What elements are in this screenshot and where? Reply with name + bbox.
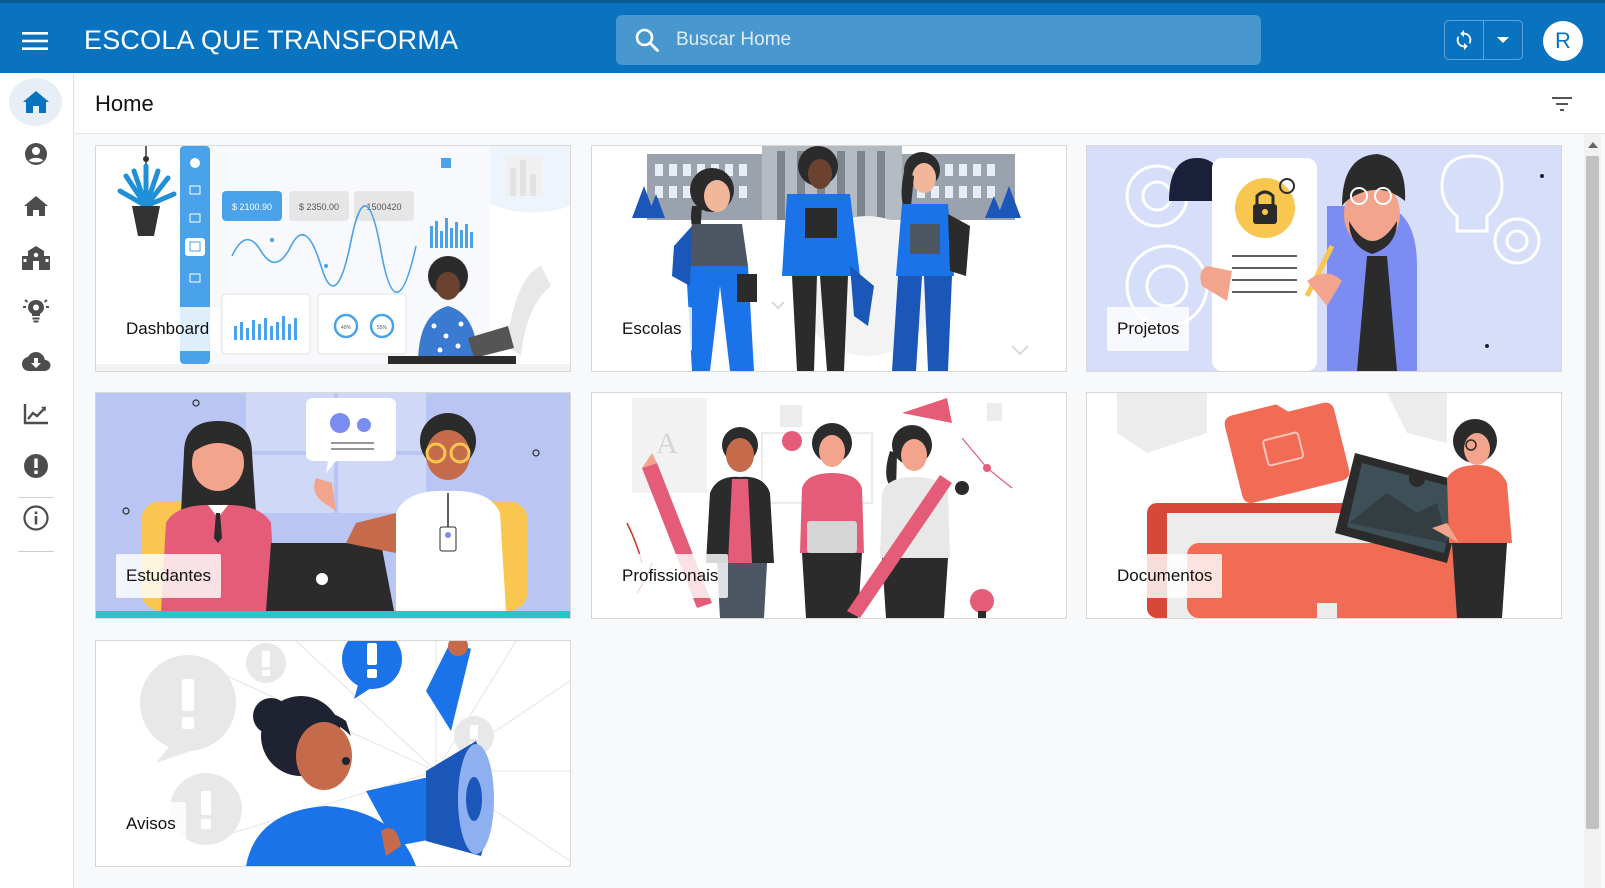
card-label: Projetos: [1107, 307, 1190, 351]
dash-value-2: $ 2350.00: [299, 202, 339, 212]
building-group-icon: [21, 246, 50, 270]
sidebar-item-projetos[interactable]: [9, 286, 62, 334]
card-projetos[interactable]: Projetos: [1086, 145, 1562, 372]
hamburger-menu-button[interactable]: [17, 23, 53, 59]
house-icon: [23, 196, 48, 216]
sidebar-item-instituicoes[interactable]: [9, 234, 62, 282]
card-label: Documentos: [1107, 554, 1223, 598]
card-label: Estudantes: [116, 554, 222, 598]
donut-label-2: 55%: [377, 325, 388, 331]
card-estudantes[interactable]: Estudantes: [95, 392, 571, 619]
dash-value-1: $ 2100.90: [232, 202, 272, 212]
sidebar-item-home[interactable]: [9, 78, 62, 126]
sidebar-item-relatorios[interactable]: [9, 390, 62, 438]
sync-dropdown-button[interactable]: [1484, 21, 1523, 59]
sidebar-item-sobre[interactable]: [9, 494, 62, 542]
svg-text:A: A: [656, 427, 678, 460]
card-dashboard[interactable]: $ 2100.90 $ 2350.00 1500420 40% 55% Dash…: [95, 145, 571, 372]
trending-chart-icon: [23, 404, 48, 425]
home-icon: [22, 91, 49, 113]
card-label: Dashboard: [116, 307, 220, 351]
info-icon: [22, 505, 49, 531]
account-circle-icon: [24, 143, 47, 165]
card-label: Escolas: [612, 307, 692, 351]
sidebar-item-avisos[interactable]: [9, 442, 62, 490]
lightbulb-gear-icon: [22, 299, 49, 323]
dash-value-3: 1500420: [366, 202, 401, 212]
sync-button-group: [1444, 20, 1523, 60]
sidebar-item-downloads[interactable]: [9, 338, 62, 386]
sidebar-divider: [18, 551, 54, 552]
donut-label-1: 40%: [341, 325, 352, 331]
top-app-bar: ESCOLA QUE TRANSFORMA R: [0, 0, 1605, 73]
filter-button[interactable]: [1549, 91, 1575, 117]
app-title: ESCOLA QUE TRANSFORMA: [84, 25, 459, 55]
scroll-up-arrow-icon[interactable]: [1588, 142, 1598, 148]
menu-icon: [22, 32, 48, 50]
cloud-download-icon: [21, 352, 50, 371]
sync-button[interactable]: [1445, 21, 1484, 59]
sync-icon: [1456, 29, 1472, 51]
filter-icon: [1552, 97, 1572, 111]
card-escolas[interactable]: Escolas: [591, 145, 1067, 372]
card-label: Avisos: [116, 802, 186, 846]
search-icon: [635, 28, 659, 52]
sidebar-item-profile[interactable]: [9, 130, 62, 178]
card-documentos[interactable]: Documentos: [1086, 392, 1562, 619]
alert-circle-icon: [23, 454, 48, 478]
search-input[interactable]: [676, 15, 1246, 65]
card-avisos[interactable]: Avisos: [95, 640, 571, 867]
sidebar-item-escolas[interactable]: [9, 182, 62, 230]
search-bar: [616, 15, 1261, 65]
scrollbar-thumb[interactable]: [1586, 156, 1599, 829]
page-title: Home: [95, 91, 154, 116]
card-profissionais[interactable]: A Profissionais: [591, 392, 1067, 619]
card-label: Profissionais: [612, 554, 729, 598]
navigation-rail: [0, 73, 74, 888]
page-header: Home: [75, 73, 1605, 134]
caret-down-icon: [1496, 37, 1509, 43]
user-avatar[interactable]: R: [1543, 21, 1583, 61]
